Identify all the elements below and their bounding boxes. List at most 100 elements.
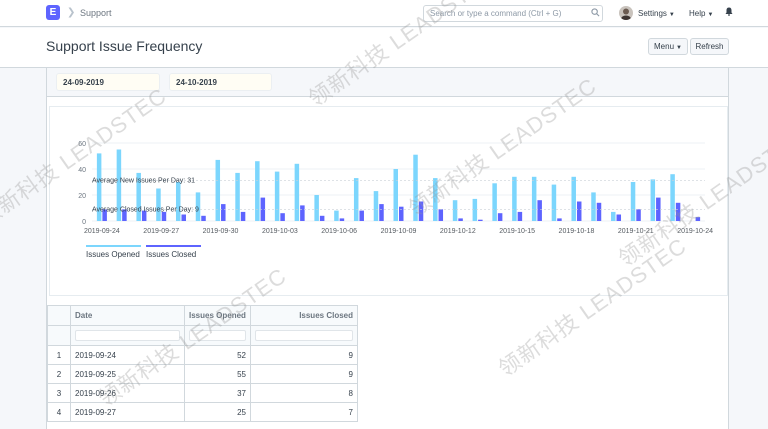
table-row[interactable]: 2 2019-09-25 55 9 xyxy=(47,364,358,384)
bar-issues-opened xyxy=(156,188,161,221)
filter-cell-opened[interactable] xyxy=(184,325,251,346)
bar-issues-closed xyxy=(695,217,701,221)
legend-swatch xyxy=(86,245,141,247)
bar-issues-opened xyxy=(334,210,339,221)
bar-issues-closed xyxy=(596,202,602,221)
cell-date[interactable]: 2019-09-24 xyxy=(70,345,185,365)
legend-swatch xyxy=(146,245,201,247)
bar-issues-opened xyxy=(472,198,478,221)
search-input[interactable]: Search or type a command (Ctrl + G) xyxy=(430,9,561,18)
x-tick-label: 2019-10-03 xyxy=(262,228,298,235)
bar-issues-closed xyxy=(616,214,622,221)
average-annotation: Average New Issues Per Day: 31 xyxy=(92,178,195,185)
report-table: Date Issues Opened Issues Closed 1 2019-… xyxy=(47,305,358,429)
filter-row xyxy=(47,325,358,346)
bar-issues-closed xyxy=(537,200,542,221)
bar-issues-opened xyxy=(630,182,636,221)
cell-issues-opened[interactable]: 37 xyxy=(184,383,251,403)
bar-issues-opened xyxy=(433,178,438,221)
bar-issues-opened xyxy=(492,183,497,221)
filter-input-date[interactable] xyxy=(75,330,180,341)
cell-issues-closed[interactable]: 9 xyxy=(250,345,358,365)
bar-issues-closed xyxy=(300,205,305,221)
cell-issues-opened[interactable]: 52 xyxy=(184,345,251,365)
column-header-date[interactable]: Date xyxy=(70,305,185,326)
x-tick-label: 2019-10-24 xyxy=(677,228,713,235)
cell-date[interactable]: 2019-09-26 xyxy=(70,383,185,403)
to-date-field[interactable]: 24-10-2019 xyxy=(169,73,272,91)
cell-issues-opened[interactable]: 25 xyxy=(184,402,251,422)
bell-icon[interactable] xyxy=(725,7,733,16)
cell-issues-opened[interactable]: 55 xyxy=(184,364,251,384)
bar-issues-opened xyxy=(670,174,675,221)
bar-issues-closed xyxy=(379,204,384,221)
breadcrumb-support[interactable]: Support xyxy=(80,8,112,18)
bar-issues-opened xyxy=(512,176,517,221)
cell-issues-closed[interactable]: 9 xyxy=(250,364,358,384)
bar-issues-opened xyxy=(274,171,280,221)
table-row[interactable]: 4 2019-09-27 25 7 xyxy=(47,402,358,422)
bar-issues-opened xyxy=(175,182,181,221)
bar-issues-opened xyxy=(531,176,537,221)
bar-issues-closed xyxy=(181,214,186,221)
user-avatar[interactable] xyxy=(619,6,633,20)
bar-issues-closed xyxy=(399,206,404,221)
y-tick-label: 40 xyxy=(78,167,86,174)
x-tick-label: 2019-09-30 xyxy=(203,228,239,235)
bar-issues-closed xyxy=(280,213,285,221)
x-tick-label: 2019-10-09 xyxy=(381,228,417,235)
help-label: Help xyxy=(689,9,706,18)
bar-issues-opened xyxy=(255,161,260,221)
column-header-issues-opened[interactable]: Issues Opened xyxy=(184,305,251,326)
bar-issues-closed xyxy=(319,215,325,221)
bar-issues-opened xyxy=(235,172,240,221)
filter-cell-index xyxy=(47,325,71,346)
bar-issues-closed xyxy=(517,211,523,221)
filter-input-closed[interactable] xyxy=(255,330,353,341)
x-tick-label: 2019-10-18 xyxy=(559,228,595,235)
search-icon[interactable] xyxy=(591,8,600,17)
bar-issues-opened xyxy=(353,178,359,221)
refresh-button[interactable]: Refresh xyxy=(690,38,729,55)
bar-issues-opened xyxy=(611,211,616,221)
cell-date[interactable]: 2019-09-25 xyxy=(70,364,185,384)
x-tick-label: 2019-10-12 xyxy=(440,228,476,235)
y-tick-label: 0 xyxy=(82,219,86,226)
row-index: 4 xyxy=(47,402,71,422)
table-row[interactable]: 3 2019-09-26 37 8 xyxy=(47,383,358,403)
bar-issues-closed xyxy=(221,204,226,221)
settings-menu[interactable]: Settings ▼ xyxy=(638,9,675,18)
table-row[interactable]: 1 2019-09-24 52 9 xyxy=(47,345,358,365)
bar-issues-closed xyxy=(478,219,483,221)
chart-container: 0 20 40 60 Average New Issues Per Day: 31 Ave… xyxy=(49,106,728,296)
filter-input-opened[interactable] xyxy=(189,330,246,341)
row-index-header xyxy=(47,305,71,326)
filter-bar: 24-09-2019 24-10-2019 xyxy=(47,68,728,97)
menu-button[interactable]: Menu ▼ xyxy=(648,38,688,55)
legend-label: Issues Closed xyxy=(146,250,196,259)
x-tick-label: 2019-10-21 xyxy=(618,228,654,235)
help-menu[interactable]: Help ▼ xyxy=(689,9,713,18)
filter-cell-closed[interactable] xyxy=(250,325,358,346)
y-tick-label: 60 xyxy=(78,141,86,148)
bar-issues-closed xyxy=(438,209,444,221)
caret-down-icon: ▼ xyxy=(676,45,682,51)
settings-label: Settings xyxy=(638,9,667,18)
from-date-field[interactable]: 24-09-2019 xyxy=(56,73,160,91)
filter-cell-date[interactable] xyxy=(70,325,185,346)
bar-issues-closed xyxy=(240,211,246,221)
column-header-issues-closed[interactable]: Issues Closed xyxy=(250,305,358,326)
row-index: 3 xyxy=(47,383,71,403)
bar-issues-opened xyxy=(551,184,557,221)
chevron-right-icon: ❯ xyxy=(67,7,76,18)
search-bar[interactable]: Search or type a command (Ctrl + G) xyxy=(423,5,603,22)
cell-issues-closed[interactable]: 8 xyxy=(250,383,358,403)
bar-issues-opened xyxy=(314,195,319,221)
cell-date[interactable]: 2019-09-27 xyxy=(70,402,185,422)
app-logo[interactable]: E xyxy=(46,5,60,20)
x-tick-label: 2019-10-15 xyxy=(499,228,535,235)
page-head: Support Issue Frequency Menu ▼ Refresh xyxy=(0,28,768,68)
legend-label: Issues Opened xyxy=(86,250,140,259)
cell-issues-closed[interactable]: 7 xyxy=(250,402,358,422)
issue-frequency-chart: 0 20 40 60 Average New Issues Per Day: 31 Ave… xyxy=(78,141,713,259)
